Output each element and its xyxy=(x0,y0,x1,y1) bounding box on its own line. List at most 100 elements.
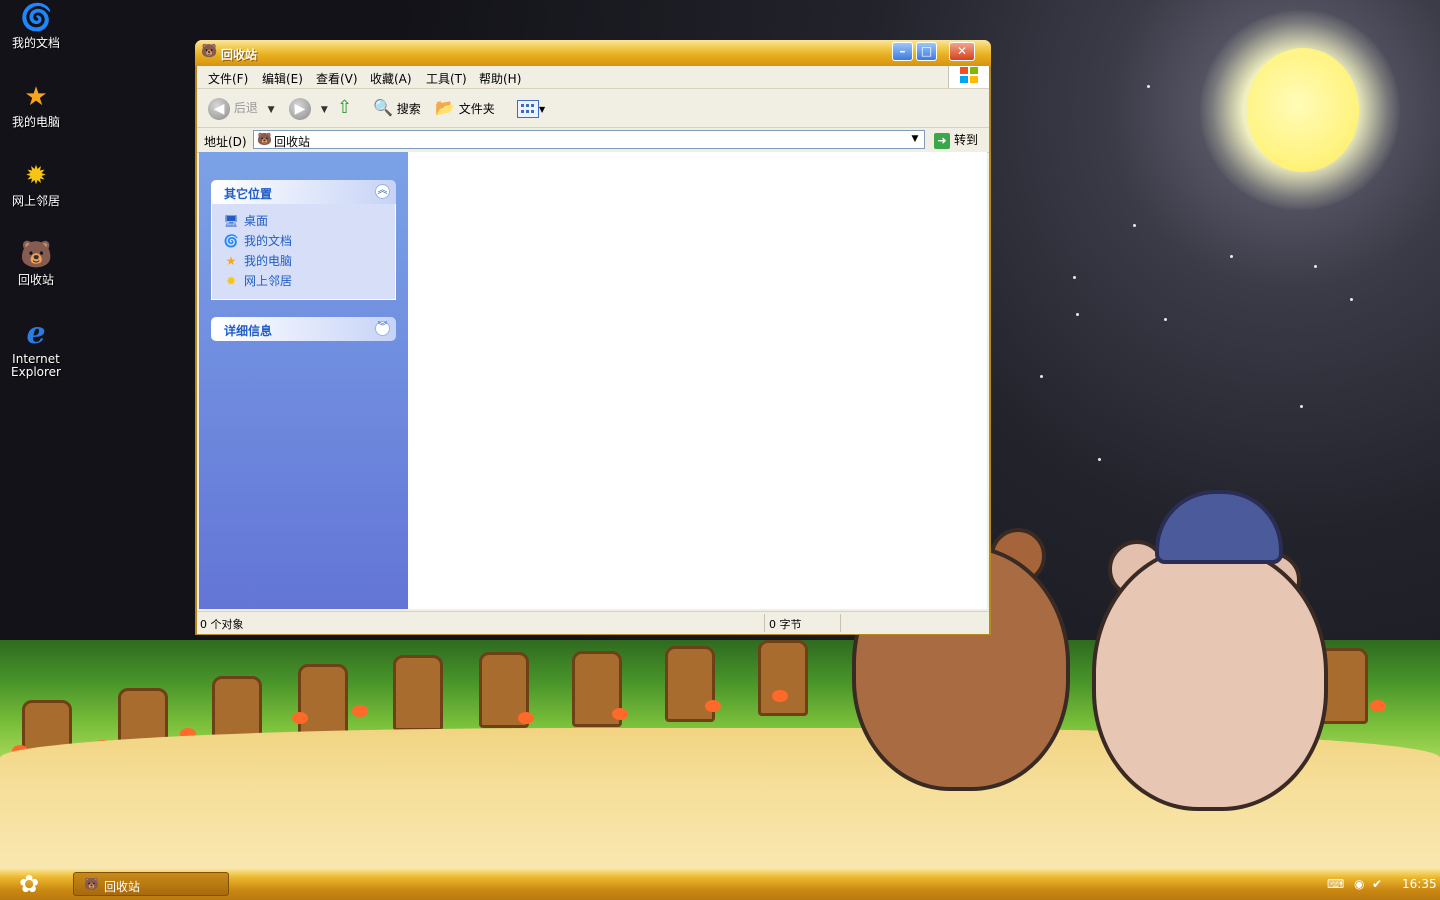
desktop-icon-label: 回收站 xyxy=(17,273,54,287)
windows-logo-icon xyxy=(948,66,989,88)
moon xyxy=(1247,48,1359,172)
collapse-chevron-icon[interactable]: ︽ xyxy=(375,184,390,199)
taskbar-item-label: 回收站 xyxy=(104,880,141,894)
minimize-button[interactable]: – xyxy=(892,42,913,61)
desktop-icon-label: 我的文档 xyxy=(11,36,60,50)
link-network-places[interactable]: ✹ 网上邻居 xyxy=(222,272,292,289)
desktop-icon-my-documents[interactable]: 🌀 我的文档 xyxy=(0,2,72,50)
star xyxy=(1098,458,1101,461)
folders-button[interactable]: 📂 文件夹 xyxy=(435,97,495,119)
star xyxy=(1230,255,1233,258)
recycle-bin-window: 🐻 回收站 – □ ✕ 文件(F) 编辑(E) 查看(V) 收藏(A) 工具(T… xyxy=(195,40,991,635)
title-bar[interactable]: 🐻 回收站 – □ ✕ xyxy=(195,40,991,66)
link-desktop[interactable]: 🖥 桌面 xyxy=(222,212,268,229)
link-my-documents[interactable]: 🌀 我的文档 xyxy=(222,232,293,249)
desktop: 🌀 我的文档 ★ 我的电脑 ✹ 网上邻居 🐻 回收站 e Internet Ex… xyxy=(0,0,1440,900)
start-button[interactable]: ✿ xyxy=(14,871,44,898)
fence-post xyxy=(298,664,348,740)
my-computer-icon: ★ xyxy=(24,82,48,112)
search-label: 搜索 xyxy=(396,102,421,116)
back-label: 后退 xyxy=(233,101,258,115)
network-places-icon: ✹ xyxy=(25,161,47,191)
link-label: 桌面 xyxy=(244,214,269,228)
folders-label: 文件夹 xyxy=(458,102,495,116)
recycle-bin-icon: 🐻 xyxy=(201,44,218,59)
address-value: 回收站 xyxy=(274,135,311,149)
menu-bar: 文件(F) 编辑(E) 查看(V) 收藏(A) 工具(T) 帮助(H) xyxy=(197,66,989,89)
flower xyxy=(1370,700,1386,712)
star xyxy=(1314,265,1317,268)
star xyxy=(1147,85,1150,88)
fence-post xyxy=(758,640,808,716)
address-input[interactable]: 🐻 回收站 ▼ xyxy=(253,130,925,149)
desktop-icon-label: 我的电脑 xyxy=(11,115,60,129)
taskbar-item-recycle-bin[interactable]: 🐻 回收站 xyxy=(73,872,229,896)
my-documents-icon: 🌀 xyxy=(20,3,53,33)
fence-post xyxy=(393,655,443,731)
status-object-count: 0 个对象 xyxy=(200,618,244,631)
network-status-icon[interactable]: ✔ xyxy=(1372,877,1382,891)
up-folder-button[interactable]: ⇧ xyxy=(337,97,352,119)
link-my-computer[interactable]: ★ 我的电脑 xyxy=(222,252,292,269)
search-icon: 🔍 xyxy=(373,98,393,117)
address-dropdown-button[interactable]: ▼ xyxy=(908,132,922,147)
internet-explorer-icon: e xyxy=(26,316,46,351)
back-arrow-icon: ◀ xyxy=(208,97,230,120)
status-size: 0 字节 xyxy=(769,618,802,631)
forward-button[interactable]: ▶ ▼ xyxy=(289,97,328,120)
keyboard-icon[interactable]: ⌨ xyxy=(1327,877,1344,891)
flower xyxy=(292,712,308,724)
file-list-area[interactable] xyxy=(408,152,987,609)
desktop-icon: 🖥 xyxy=(223,214,239,228)
flower xyxy=(705,700,721,712)
taskbar: ✿ 🐻 回收站 ⌨ ◉ ✔ 16:35 xyxy=(0,869,1440,900)
system-tray: ⌨ ◉ ✔ 16:35 xyxy=(1320,869,1440,900)
back-button[interactable]: ◀ 后退 ▼ xyxy=(208,97,275,120)
close-button[interactable]: ✕ xyxy=(949,42,975,61)
details-title: 详细信息 xyxy=(224,324,273,338)
up-folder-icon: ⇧ xyxy=(337,97,353,118)
dropdown-arrow-icon[interactable]: ▼ xyxy=(321,105,328,115)
menu-favorites[interactable]: 收藏(A) xyxy=(370,70,412,87)
desktop-icon-network-places[interactable]: ✹ 网上邻居 xyxy=(0,160,72,208)
desktop-icon-my-computer[interactable]: ★ 我的电脑 xyxy=(0,81,72,129)
views-icon xyxy=(517,99,539,118)
dropdown-arrow-icon: ▼ xyxy=(539,105,546,114)
status-bar: 0 个对象 0 字节 xyxy=(197,611,989,634)
menu-help[interactable]: 帮助(H) xyxy=(479,70,521,87)
clock[interactable]: 16:35 xyxy=(1402,877,1437,891)
maximize-button[interactable]: □ xyxy=(916,42,937,61)
details-header[interactable]: 详细信息 ︾ xyxy=(211,317,396,341)
folder-icon: 📂 xyxy=(435,98,455,117)
menu-file[interactable]: 文件(F) xyxy=(208,70,248,87)
volume-icon[interactable]: ◉ xyxy=(1354,877,1364,891)
status-divider xyxy=(840,614,841,632)
other-places-title: 其它位置 xyxy=(224,187,273,201)
desktop-icon-recycle-bin[interactable]: 🐻 回收站 xyxy=(0,239,72,287)
window-title: 回收站 xyxy=(221,48,258,62)
address-label: 地址(D) xyxy=(204,135,247,149)
my-documents-icon: 🌀 xyxy=(223,234,239,248)
flower xyxy=(352,705,368,717)
pink-bear xyxy=(1092,545,1328,811)
star xyxy=(1350,298,1353,301)
search-button[interactable]: 🔍 搜索 xyxy=(373,97,421,119)
views-button[interactable]: ▼ xyxy=(517,97,545,119)
flower xyxy=(612,708,628,720)
link-label: 我的文档 xyxy=(244,234,293,248)
go-button[interactable]: ➜ 转到 xyxy=(934,131,978,149)
other-places-header[interactable]: 其它位置 ︽ xyxy=(211,180,396,204)
menu-edit[interactable]: 编辑(E) xyxy=(262,70,303,87)
content-area: 其它位置 ︽ 🖥 桌面 🌀 我的文档 ★ 我的电脑 ✹ 网上邻居 详细信息 ︾ xyxy=(199,152,987,609)
recycle-bin-icon: 🐻 xyxy=(84,877,99,891)
forward-arrow-icon: ▶ xyxy=(289,97,311,120)
desktop-icon-internet-explorer[interactable]: e Internet Explorer xyxy=(0,318,72,379)
go-arrow-icon: ➜ xyxy=(934,132,950,149)
star xyxy=(1300,405,1303,408)
menu-tools[interactable]: 工具(T) xyxy=(426,70,467,87)
menu-view[interactable]: 查看(V) xyxy=(316,70,358,87)
address-bar: 地址(D) 🐻 回收站 ▼ ➜ 转到 xyxy=(197,128,989,153)
task-pane: 其它位置 ︽ 🖥 桌面 🌀 我的文档 ★ 我的电脑 ✹ 网上邻居 详细信息 ︾ xyxy=(199,152,408,609)
expand-chevron-icon[interactable]: ︾ xyxy=(375,321,390,336)
dropdown-arrow-icon[interactable]: ▼ xyxy=(268,105,275,115)
